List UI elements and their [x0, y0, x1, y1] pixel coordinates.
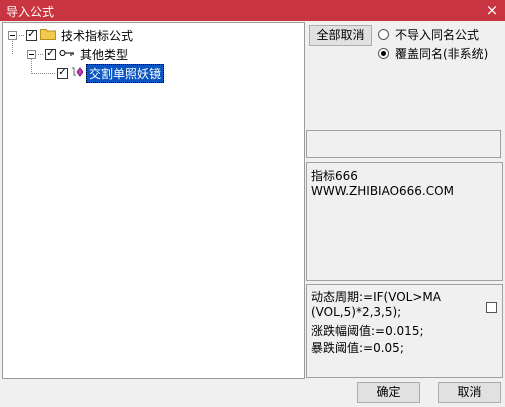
window-title: 导入公式 — [6, 5, 55, 19]
formula-tree[interactable]: ✓ 技术指标公式 ✓ 其他类型 ✓ 交割单照妖镜 — [2, 22, 305, 379]
formula-checkbox[interactable] — [486, 302, 497, 313]
info-line-website: WWW.ZHIBIAO666.COM — [311, 184, 454, 198]
tree-node-group[interactable]: ✓ 其他类型 — [27, 45, 128, 63]
formula-line: (VOL,5)*2,3,5); — [311, 305, 402, 319]
tree-node-item[interactable]: ✓ 交割单照妖镜 — [31, 63, 165, 83]
key-icon — [59, 47, 75, 61]
info-line-name: 指标666 — [311, 169, 358, 183]
tree-connector — [19, 34, 24, 36]
status-box — [306, 130, 501, 158]
formula-line: 涨跌幅阈值:=0.015; — [311, 324, 424, 338]
formula-line: 暴跌阈值:=0.05; — [311, 341, 404, 355]
close-icon[interactable]: × — [483, 0, 501, 21]
collapse-toggle[interactable] — [8, 30, 17, 40]
ok-button[interactable]: 确定 — [357, 382, 420, 403]
overwrite-same-name-label: 覆盖同名(非系统) — [395, 47, 489, 61]
formula-line: 动态周期:=IF(VOL>MA — [311, 290, 441, 304]
tree-node-root-label: 技术指标公式 — [61, 28, 134, 43]
tree-node-item-label: 交割单照妖镜 — [86, 63, 165, 83]
formula-panel: 动态周期:=IF(VOL>MA (VOL,5)*2,3,5); 涨跌幅阈值:=0… — [306, 284, 503, 378]
tree-node-group-label: 其他类型 — [80, 47, 129, 62]
title-bar: 导入公式 × — [0, 0, 505, 21]
overwrite-same-name-option[interactable]: 覆盖同名(非系统) — [378, 45, 488, 62]
cancel-button[interactable]: 取消 — [438, 382, 501, 403]
item-checkbox[interactable]: ✓ — [57, 67, 68, 79]
collapse-toggle[interactable] — [27, 49, 36, 59]
skip-same-name-radio[interactable] — [378, 29, 389, 40]
info-panel: 指标666 WWW.ZHIBIAO666.COM — [306, 162, 503, 281]
cancel-all-button[interactable]: 全部取消 — [309, 25, 372, 46]
tree-connector — [38, 53, 43, 55]
tree-node-root[interactable]: ✓ 技术指标公式 — [8, 26, 133, 44]
root-checkbox[interactable]: ✓ — [26, 29, 37, 41]
formula-diamond-icon — [71, 66, 84, 81]
group-checkbox[interactable]: ✓ — [45, 48, 56, 60]
skip-same-name-option[interactable]: 不导入同名公式 — [378, 26, 479, 43]
folder-icon — [40, 27, 56, 43]
overwrite-same-name-radio[interactable] — [378, 48, 389, 59]
skip-same-name-label: 不导入同名公式 — [395, 28, 480, 42]
tree-connector — [31, 72, 55, 74]
